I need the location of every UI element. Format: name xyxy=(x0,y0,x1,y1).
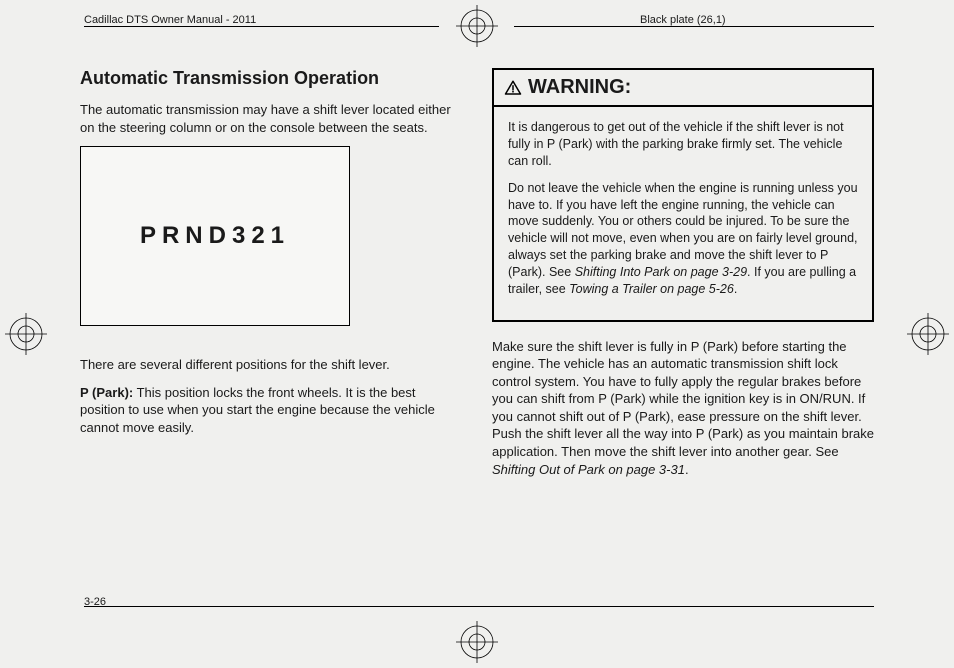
warning-box: WARNING: It is dangerous to get out of t… xyxy=(492,68,874,322)
right-para-b: . xyxy=(685,462,689,477)
header-right-text: Black plate (26,1) xyxy=(640,14,726,26)
warning-paragraph-2: Do not leave the vehicle when the engine… xyxy=(508,180,858,298)
p-park-text: This position locks the front wheels. It… xyxy=(80,385,435,435)
right-column: WARNING: It is dangerous to get out of t… xyxy=(492,68,874,628)
registration-mark-left xyxy=(5,313,47,355)
right-para-a: Make sure the shift lever is fully in P … xyxy=(492,339,874,459)
header-left-text: Cadillac DTS Owner Manual - 2011 xyxy=(84,14,256,26)
header-rule-right xyxy=(514,26,874,27)
footer-rule xyxy=(84,606,874,607)
right-paragraph: Make sure the shift lever is fully in P … xyxy=(492,338,874,478)
left-column: Automatic Transmission Operation The aut… xyxy=(80,68,462,628)
warning-p2-text-c: . xyxy=(734,282,737,296)
warning-triangle-icon xyxy=(504,79,522,97)
shift-indicator-figure: PRND321 xyxy=(80,146,350,326)
p-park-label: P (Park): xyxy=(80,385,133,400)
header-rule-left xyxy=(84,26,439,27)
page-content: Automatic Transmission Operation The aut… xyxy=(80,68,874,628)
warning-title-text: WARNING: xyxy=(528,76,631,99)
warning-paragraph-1: It is dangerous to get out of the vehicl… xyxy=(508,119,858,170)
intro-paragraph: The automatic transmission may have a sh… xyxy=(80,101,462,136)
right-para-ref: Shifting Out of Park on page 3‑31 xyxy=(492,462,685,477)
positions-paragraph: There are several different positions fo… xyxy=(80,356,462,374)
registration-mark-right xyxy=(907,313,949,355)
prnd-label: PRND321 xyxy=(140,222,290,250)
section-heading: Automatic Transmission Operation xyxy=(80,68,462,89)
warning-body: It is dangerous to get out of the vehicl… xyxy=(494,107,872,320)
warning-ref-1: Shifting Into Park on page 3‑29 xyxy=(575,265,747,279)
warning-title-bar: WARNING: xyxy=(494,70,872,107)
warning-ref-2: Towing a Trailer on page 5‑26 xyxy=(569,282,734,296)
page-header: Cadillac DTS Owner Manual - 2011 Black p… xyxy=(0,0,954,32)
p-park-paragraph: P (Park): This position locks the front … xyxy=(80,384,462,437)
